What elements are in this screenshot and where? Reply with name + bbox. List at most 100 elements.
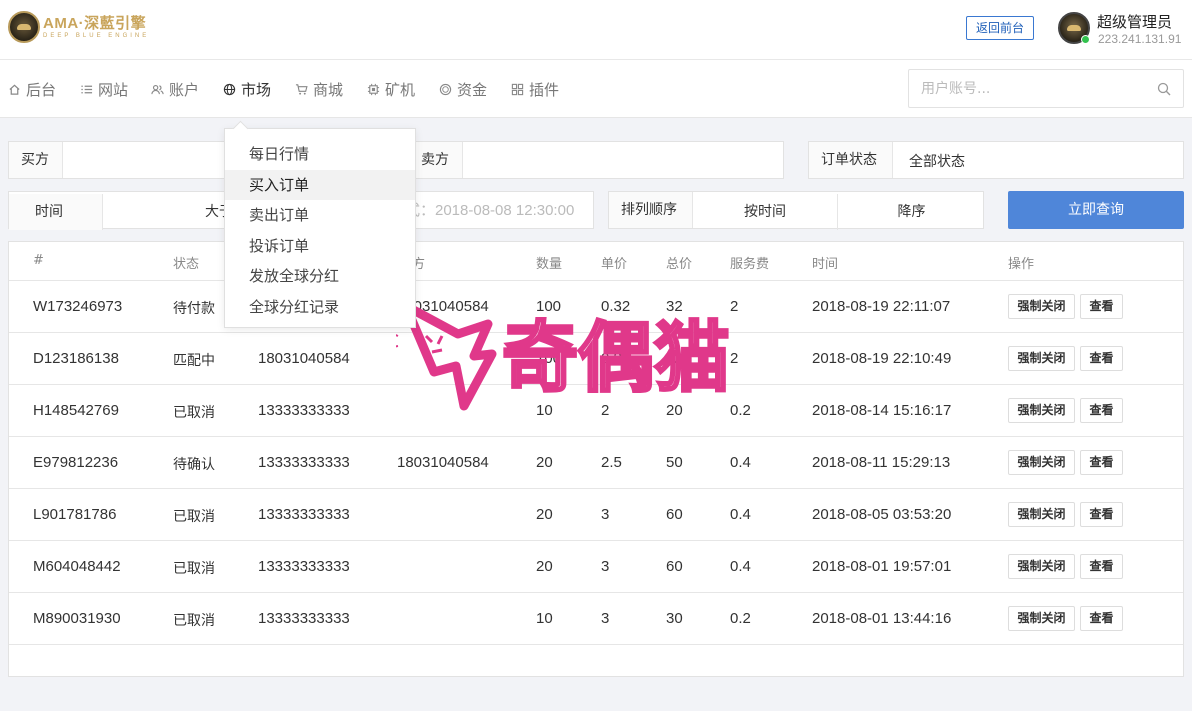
sort-by-select[interactable]: 按时间 (693, 194, 838, 230)
brand-logo[interactable]: AMA·深藍引擎 DEEP BLUE ENGINE (8, 11, 149, 43)
menu-item-daily-quotes[interactable]: 每日行情 (225, 139, 415, 169)
online-status-dot (1081, 35, 1090, 44)
cell-unit-price: 3 (601, 506, 610, 523)
cell-quantity: 20 (536, 454, 553, 471)
seller-input[interactable] (465, 142, 781, 178)
force-close-button[interactable]: 强制关闭 (1008, 606, 1075, 631)
col-time: 时间 (812, 257, 839, 272)
view-button[interactable]: 查看 (1080, 346, 1123, 371)
nav-item-label: 插件 (529, 80, 560, 99)
cell-seller: 18031040584 (397, 454, 489, 471)
eagle-emblem-icon (8, 11, 40, 43)
admin-name[interactable]: 超级管理员 (1097, 11, 1172, 32)
order-status-select[interactable]: 全部状态 (909, 144, 1169, 180)
nav-item-website[interactable]: 网站 (80, 80, 129, 99)
col-actions: 操作 (1008, 257, 1035, 272)
table-row: M604048442 已取消 13333333333 20 3 60 0.4 2018-08-… (9, 541, 1183, 593)
cell-quantity: 20 (536, 506, 553, 523)
nav-item-market[interactable]: 市场 (223, 80, 271, 99)
time-input[interactable]: 式：2018-08-08 12:30:00 (405, 193, 595, 229)
table-row: W173246973 待付款 18031040584 100 0.32 32 2 2018-0… (9, 281, 1183, 333)
cell-status: 匹配中 (173, 353, 215, 369)
cell-fee: 0.2 (730, 402, 751, 419)
cell-total: 60 (666, 558, 683, 575)
cell-buyer: 13333333333 (258, 610, 350, 627)
main-nav: 后台 网站 账户 市场 商城 矿机 资金 插件 (0, 60, 1192, 118)
nav-item-label: 商城 (313, 80, 344, 99)
view-button[interactable]: 查看 (1080, 398, 1123, 423)
cell-quantity: 100 (536, 298, 562, 315)
nav-item-accounts[interactable]: 账户 (151, 80, 199, 99)
cell-fee: 0.4 (730, 558, 751, 575)
order-status-label: 订单状态 (809, 142, 893, 178)
table-row: L901781786 已取消 13333333333 20 3 60 0.4 2018-08-… (9, 489, 1183, 541)
cell-order-id: W173246973 (33, 298, 123, 315)
cell-quantity: 10 (536, 402, 553, 419)
menu-item-issue-global-dividend[interactable]: 发放全球分红 (225, 261, 415, 291)
col-total: 总价 (666, 257, 693, 272)
coin-icon (439, 83, 452, 96)
menu-item-buy-orders[interactable]: 买入订单 (225, 169, 415, 200)
cell-buyer: 13333333333 (258, 454, 350, 471)
market-dropdown-menu: 每日行情 买入订单 卖出订单 投诉订单 发放全球分红 全球分红记录 (224, 128, 416, 328)
force-close-button[interactable]: 强制关闭 (1008, 294, 1075, 319)
cell-total: 20 (666, 402, 683, 419)
table-row: M890031930 已取消 13333333333 10 3 30 0.2 2018-08-… (9, 593, 1183, 645)
force-close-button[interactable]: 强制关闭 (1008, 398, 1075, 423)
cell-unit-price: 0.32 (601, 298, 631, 315)
orders-table: # 状态 方 数量 单价 总价 服务费 时间 操作 W173246973 待付款 1… (8, 241, 1184, 677)
cell-fee: 0.2 (730, 610, 751, 627)
cell-time: 2018-08-19 22:10:49 (812, 350, 952, 367)
cell-order-id: D123186138 (33, 350, 119, 367)
col-quantity: 数量 (536, 257, 563, 272)
cell-total: 30 (666, 610, 683, 627)
nav-item-label: 网站 (98, 80, 129, 99)
cell-unit-price: 3 (601, 558, 610, 575)
cell-buyer: 13333333333 (258, 402, 350, 419)
view-button[interactable]: 查看 (1080, 450, 1123, 475)
menu-item-complaint-orders[interactable]: 投诉订单 (225, 231, 415, 261)
cell-status: 待确认 (173, 457, 215, 473)
view-button[interactable]: 查看 (1080, 554, 1123, 579)
list-icon (80, 83, 93, 96)
cell-status: 已取消 (173, 405, 215, 421)
nav-item-dashboard[interactable]: 后台 (8, 80, 56, 99)
search-icon[interactable] (1157, 82, 1171, 96)
nav-item-miners[interactable]: 矿机 (367, 80, 415, 99)
cell-order-id: L901781786 (33, 506, 117, 523)
search-input[interactable] (921, 79, 1141, 99)
cell-unit-price: 2.5 (601, 454, 622, 471)
view-button[interactable]: 查看 (1080, 606, 1123, 631)
sort-direction-select[interactable]: 降序 (839, 194, 984, 230)
cell-status: 已取消 (173, 613, 215, 629)
view-button[interactable]: 查看 (1080, 502, 1123, 527)
users-icon (151, 83, 164, 96)
table-row: E979812236 待确认 13333333333 18031040584 20 2.5… (9, 437, 1183, 489)
cell-quantity: 100 (536, 350, 562, 367)
back-to-frontend-button[interactable]: 返回前台 (966, 16, 1034, 40)
nav-item-funds[interactable]: 资金 (439, 80, 487, 99)
query-button[interactable]: 立即查询 (1008, 191, 1184, 229)
col-unit-price: 单价 (601, 257, 628, 272)
cpu-icon (367, 83, 380, 96)
cell-time: 2018-08-11 15:29:13 (812, 454, 951, 471)
view-button[interactable]: 查看 (1080, 294, 1123, 319)
cell-quantity: 10 (536, 610, 553, 627)
force-close-button[interactable]: 强制关闭 (1008, 450, 1075, 475)
cell-fee: 0.4 (730, 454, 751, 471)
nav-item-mall[interactable]: 商城 (295, 80, 344, 99)
force-close-button[interactable]: 强制关闭 (1008, 502, 1075, 527)
menu-item-global-dividend-records[interactable]: 全球分红记录 (225, 292, 415, 322)
force-close-button[interactable]: 强制关闭 (1008, 554, 1075, 579)
cell-fee: 0.4 (730, 506, 751, 523)
col-status: 状态 (173, 257, 200, 272)
brand-title: AMA·深藍引擎 (43, 14, 147, 32)
menu-item-sell-orders[interactable]: 卖出订单 (225, 200, 415, 230)
globe-icon (223, 83, 236, 96)
nav-item-plugins[interactable]: 插件 (511, 80, 560, 99)
cell-total: 32 (666, 350, 683, 367)
cell-time: 2018-08-14 15:16:17 (812, 402, 952, 419)
cell-time: 2018-08-19 22:11:07 (812, 298, 951, 315)
force-close-button[interactable]: 强制关闭 (1008, 346, 1075, 371)
user-search-box (908, 69, 1184, 108)
